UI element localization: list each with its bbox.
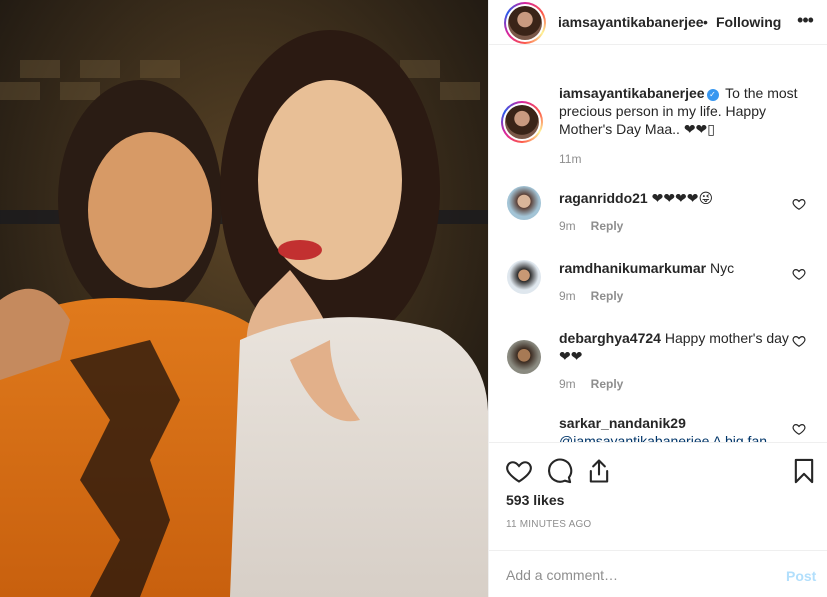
comment-form: Post xyxy=(489,550,827,597)
commenter-avatar[interactable] xyxy=(507,260,541,294)
reply-button[interactable]: Reply xyxy=(591,219,624,233)
comment-username[interactable]: ramdhanikumarkumar xyxy=(559,260,706,276)
following-button[interactable]: Following xyxy=(716,14,781,30)
comment-body: @iamsayantikabanerjee A big fan xyxy=(559,433,768,442)
post-photo[interactable] xyxy=(0,0,488,597)
comment-heart-icon[interactable] xyxy=(792,267,806,281)
commenter-avatar[interactable] xyxy=(507,340,541,374)
comment-heart-icon[interactable] xyxy=(792,422,806,436)
follow-separator: • xyxy=(703,14,708,30)
caption-username[interactable]: iamsayantikabanerjee xyxy=(559,85,705,101)
author-avatar[interactable] xyxy=(504,2,546,44)
photo-illustration xyxy=(0,0,488,597)
comment-body: Nyc xyxy=(709,260,735,276)
share-icon[interactable] xyxy=(585,457,613,485)
comment-time: 9m xyxy=(559,289,576,303)
comment-username[interactable]: raganriddo21 xyxy=(559,190,648,206)
commenter-avatar[interactable] xyxy=(507,186,541,220)
comment-time: 9m xyxy=(559,377,576,391)
post-comment-button[interactable]: Post xyxy=(786,568,816,584)
comment-username[interactable]: sarkar_nandanik29 xyxy=(559,415,686,431)
post-side-panel: iamsayantikabanerjee • Following ••• iam… xyxy=(488,0,827,597)
bookmark-icon[interactable] xyxy=(790,457,818,485)
caption-avatar[interactable] xyxy=(501,101,543,143)
comments-list[interactable]: iamsayantikabanerjee ✓ To the most precio… xyxy=(489,46,827,442)
verified-badge-icon: ✓ xyxy=(706,89,719,101)
reply-button[interactable]: Reply xyxy=(591,377,624,391)
caption: iamsayantikabanerjee ✓ To the most precio… xyxy=(559,84,809,138)
post-actions: 593 likes 11 MINUTES AGO Post xyxy=(489,442,827,597)
likes-count[interactable]: 593 likes xyxy=(506,492,564,508)
caption-time: 11m xyxy=(559,152,582,166)
comment-heart-icon[interactable] xyxy=(792,334,806,348)
author-avatar-image xyxy=(508,6,542,40)
comment-username[interactable]: debarghya4724 xyxy=(559,330,661,346)
comment-heart-icon[interactable] xyxy=(792,197,806,211)
reply-button[interactable]: Reply xyxy=(591,289,624,303)
more-horizontal-icon[interactable]: ••• xyxy=(793,11,817,32)
heart-icon[interactable] xyxy=(505,457,533,485)
comment-icon[interactable] xyxy=(545,457,573,485)
author-username[interactable]: iamsayantikabanerjee xyxy=(558,14,704,30)
comment-body: ❤❤❤❤😜 xyxy=(651,190,714,206)
post-timestamp: 11 MINUTES AGO xyxy=(506,519,592,530)
comment-time: 9m xyxy=(559,219,576,233)
post-header: iamsayantikabanerjee • Following ••• xyxy=(489,0,827,45)
comment-input[interactable] xyxy=(506,564,766,586)
